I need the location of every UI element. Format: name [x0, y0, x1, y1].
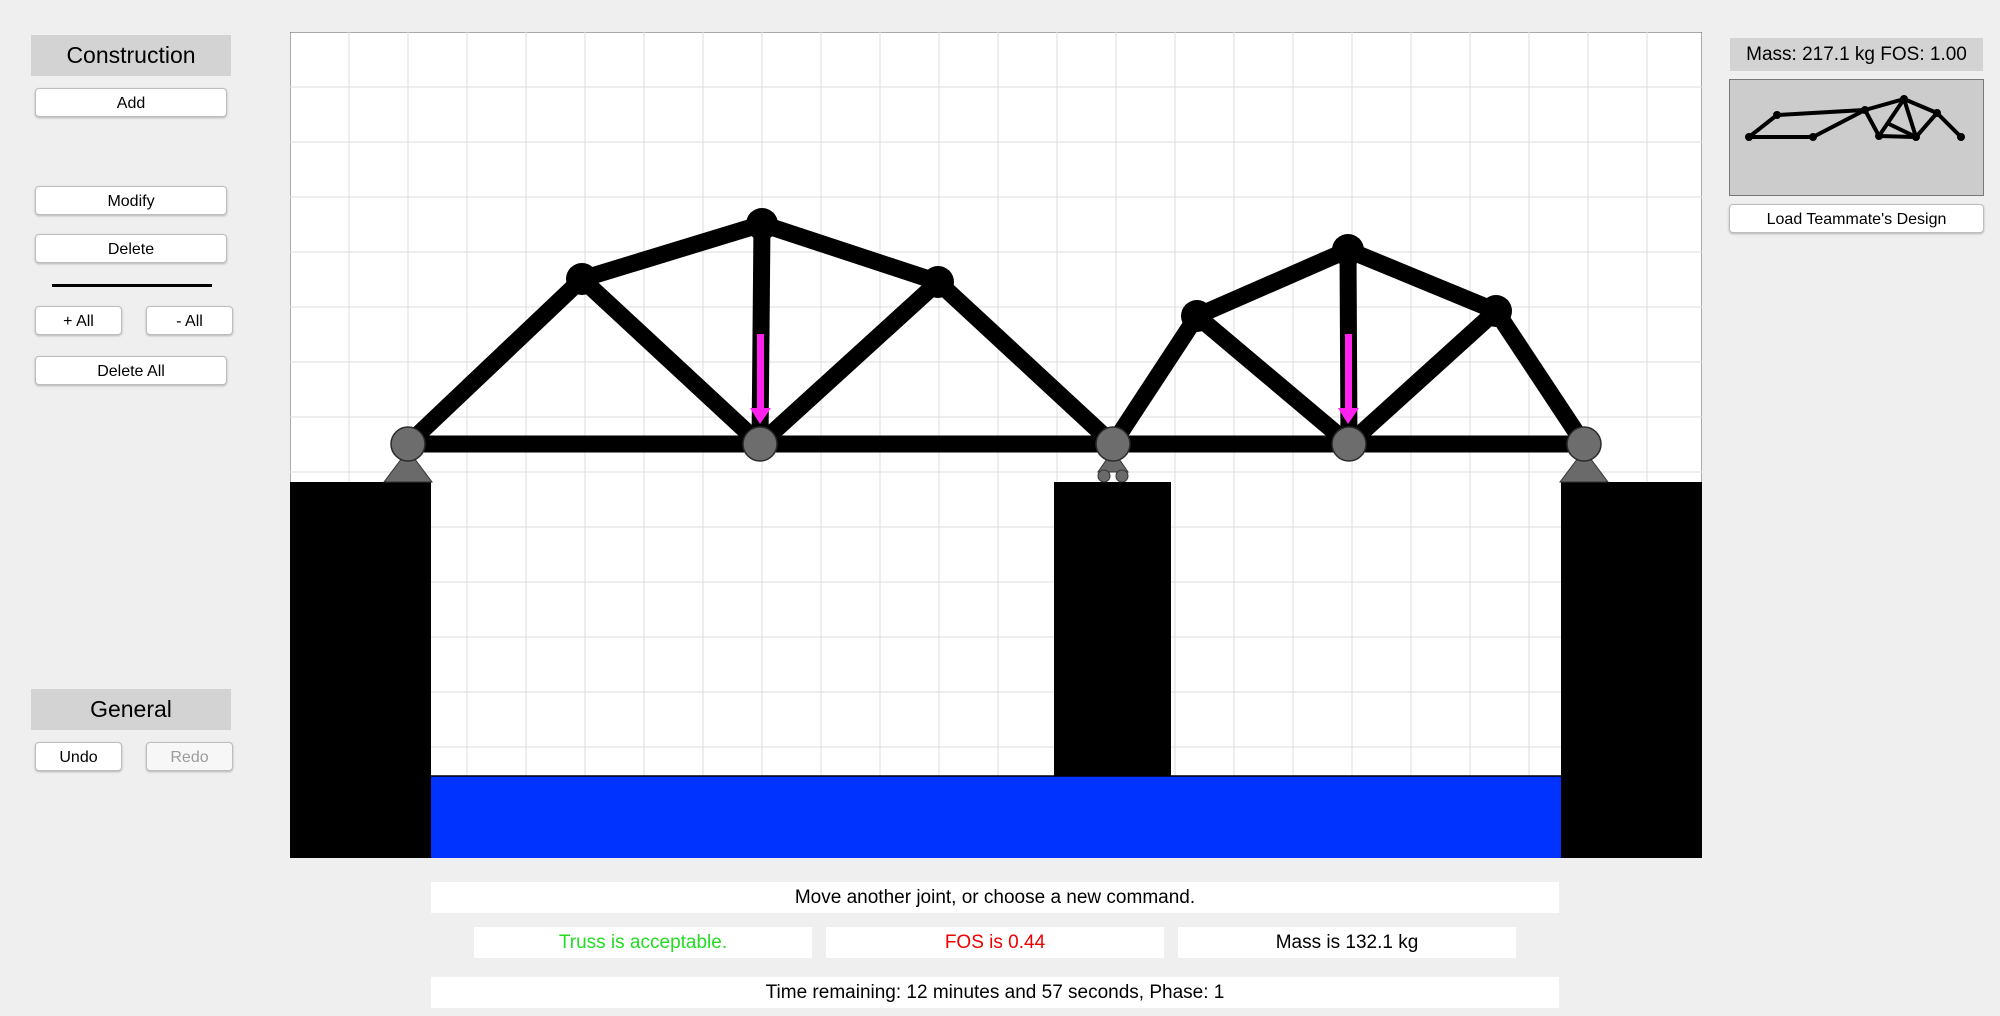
fos-status-text: FOS is 0.44: [826, 927, 1164, 958]
delete-all-button[interactable]: Delete All: [35, 356, 227, 385]
truss-status-text: Truss is acceptable.: [474, 927, 812, 958]
general-section-title: General: [31, 689, 231, 730]
right-abutment: [1561, 482, 1702, 858]
modify-button[interactable]: Modify: [35, 186, 227, 215]
support-joint: [1566, 426, 1602, 462]
construction-section-title: Construction: [31, 35, 231, 76]
loaded-joint: [742, 426, 778, 462]
truss-joint: [922, 266, 954, 298]
sidebar-divider: [52, 284, 212, 287]
mass-status-text: Mass is 132.1 kg: [1178, 927, 1516, 958]
center-pier: [1054, 482, 1171, 776]
river-water: [431, 776, 1561, 858]
load-teammate-design-button[interactable]: Load Teammate's Design: [1729, 204, 1984, 233]
loaded-joint: [1331, 426, 1367, 462]
bridge-canvas[interactable]: [290, 32, 1702, 858]
truss-joint: [746, 208, 778, 240]
truss-joint: [1332, 234, 1364, 266]
remove-all-button[interactable]: - All: [146, 306, 233, 335]
delete-button[interactable]: Delete: [35, 234, 227, 263]
command-message: Move another joint, or choose a new comm…: [431, 882, 1559, 913]
add-button[interactable]: Add: [35, 88, 227, 117]
undo-button[interactable]: Undo: [35, 742, 122, 771]
left-abutment: [290, 482, 431, 858]
truss-joint: [1181, 300, 1213, 332]
support-joint: [390, 426, 426, 462]
redo-button[interactable]: Redo: [146, 742, 233, 771]
time-remaining-text: Time remaining: 12 minutes and 57 second…: [431, 977, 1559, 1008]
truss-joint: [1480, 295, 1512, 327]
teammate-design-thumbnail[interactable]: [1729, 79, 1984, 196]
add-all-button[interactable]: + All: [35, 306, 122, 335]
support-joint: [1095, 426, 1131, 462]
teammate-mass-fos: Mass: 217.1 kg FOS: 1.00: [1730, 38, 1983, 71]
truss-joint: [566, 263, 598, 295]
